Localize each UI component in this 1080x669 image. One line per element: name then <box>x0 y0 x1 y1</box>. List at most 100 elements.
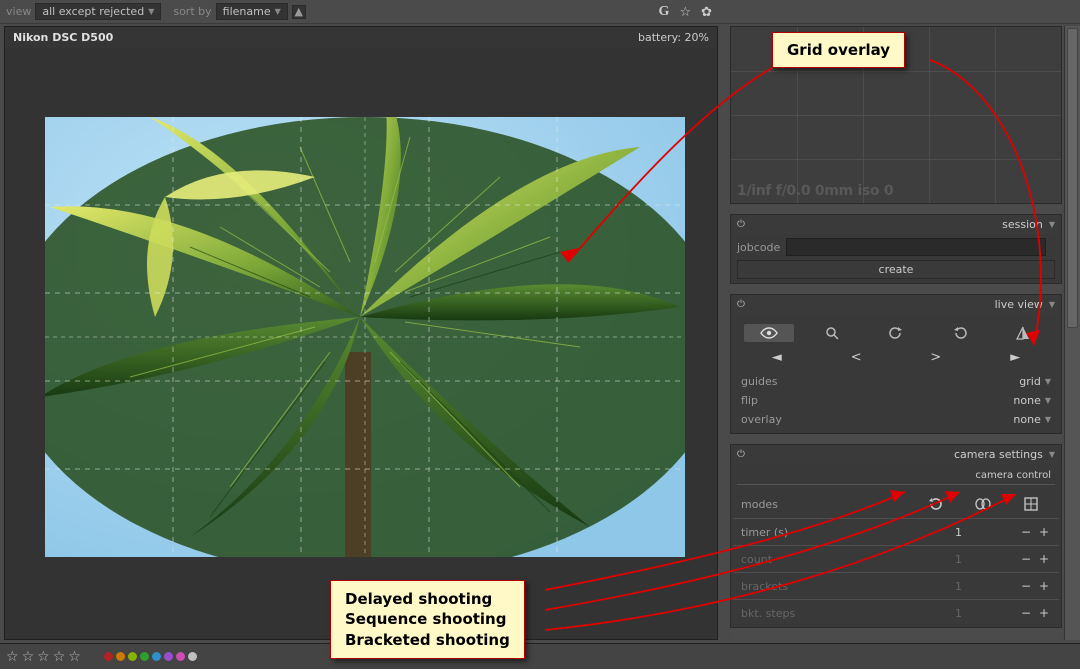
sequence-shooting-icon[interactable] <box>963 496 1003 512</box>
camerasettings-panel: ⏻ camera settings ▼ camera control modes <box>730 444 1062 628</box>
sort-asc-button[interactable]: ▲ <box>292 5 306 19</box>
overlay-label: overlay <box>741 413 782 426</box>
gear-icon[interactable]: ✿ <box>701 5 712 20</box>
session-header[interactable]: ⏻ session ▼ <box>731 215 1061 234</box>
view-label: view <box>6 5 31 18</box>
main-image-area: Nikon DSC D500 battery: 20% <box>4 26 718 640</box>
count-minus[interactable]: − <box>1019 552 1033 566</box>
create-button[interactable]: create <box>737 260 1055 279</box>
sort-dropdown[interactable]: filename ▼ <box>216 3 288 20</box>
count-label: count <box>741 553 772 566</box>
bkt-minus[interactable]: − <box>1019 606 1033 620</box>
live-view-image[interactable] <box>45 117 685 557</box>
overlay-dropdown[interactable]: none ▼ <box>1013 413 1051 426</box>
chevron-down-icon: ▼ <box>1049 450 1055 459</box>
brackets-plus[interactable]: + <box>1037 579 1051 593</box>
guides-label: guides <box>741 375 778 388</box>
annotation-shooting-modes: Delayed shooting Sequence shooting Brack… <box>330 580 525 659</box>
liveview-header[interactable]: ⏻ live view ▼ <box>731 295 1061 314</box>
session-panel: ⏻ session ▼ jobcode create <box>730 214 1062 284</box>
chevron-down-icon: ▼ <box>1049 300 1055 309</box>
camera-header: Nikon DSC D500 battery: 20% <box>5 27 717 48</box>
liveview-panel: ⏻ live view ▼ <box>730 294 1062 434</box>
bottombar: ☆ ☆ ☆ ☆ ☆ <box>0 643 1080 669</box>
search-icon[interactable] <box>807 324 857 342</box>
camerasettings-header[interactable]: ⏻ camera settings ▼ <box>731 445 1061 464</box>
annotation-bracketed: Bracketed shooting <box>345 630 510 650</box>
guides-value: grid <box>1019 375 1041 388</box>
rotate-cw-icon[interactable] <box>935 324 985 342</box>
liveview-title: live view <box>995 298 1043 311</box>
sidebar-scrollbar[interactable] <box>1064 26 1080 640</box>
flip-label: flip <box>741 394 758 407</box>
annotation-sequence: Sequence shooting <box>345 609 510 629</box>
color-dot[interactable] <box>104 652 113 661</box>
rating-star-4[interactable]: ☆ <box>53 649 66 665</box>
mirror-icon[interactable] <box>998 324 1048 342</box>
play-left-icon[interactable]: ◄ <box>752 348 802 366</box>
timer-minus[interactable]: − <box>1019 525 1033 539</box>
chevron-down-icon: ▼ <box>275 7 281 16</box>
color-dot[interactable] <box>152 652 161 661</box>
camera-model: Nikon DSC D500 <box>13 31 113 44</box>
rating-star-5[interactable]: ☆ <box>68 649 81 665</box>
timer-value: 1 <box>955 526 1015 539</box>
chevron-down-icon: ▼ <box>1049 220 1055 229</box>
greater-than-icon[interactable]: > <box>911 348 961 366</box>
brackets-label: brackets <box>741 580 788 593</box>
color-dot[interactable] <box>176 652 185 661</box>
annotation-delayed: Delayed shooting <box>345 589 510 609</box>
topbar-right: G ☆ ✿ <box>659 0 712 24</box>
overlay-value: none <box>1013 413 1040 426</box>
view-dropdown[interactable]: all except rejected ▼ <box>35 3 161 20</box>
preview-exif: 1/inf f/0.0 0mm iso 0 <box>737 183 893 199</box>
flip-value: none <box>1013 394 1040 407</box>
power-icon: ⏻ <box>737 299 745 310</box>
chevron-down-icon: ▼ <box>1045 396 1051 405</box>
chevron-down-icon: ▼ <box>148 7 154 16</box>
rotate-ccw-icon[interactable] <box>871 324 921 342</box>
count-plus[interactable]: + <box>1037 552 1051 566</box>
power-icon: ⏻ <box>737 219 745 230</box>
sort-value: filename <box>223 5 271 18</box>
session-title: session <box>1002 218 1043 231</box>
bkt-label: bkt. steps <box>741 607 795 620</box>
camera-control-tab[interactable]: camera control <box>737 468 1055 485</box>
power-icon: ⏻ <box>737 449 745 460</box>
timer-plus[interactable]: + <box>1037 525 1051 539</box>
color-dot[interactable] <box>164 652 173 661</box>
rating-star-2[interactable]: ☆ <box>22 649 35 665</box>
jobcode-input[interactable] <box>786 238 1046 256</box>
bkt-value: 1 <box>955 607 1015 620</box>
rating-star-3[interactable]: ☆ <box>37 649 50 665</box>
view-value: all except rejected <box>42 5 144 18</box>
eye-icon[interactable] <box>744 324 794 342</box>
brackets-minus[interactable]: − <box>1019 579 1033 593</box>
modes-label: modes <box>741 498 778 511</box>
color-dot[interactable] <box>188 652 197 661</box>
chevron-down-icon: ▼ <box>1045 415 1051 424</box>
delayed-shooting-icon[interactable] <box>915 496 955 512</box>
timer-label: timer (s) <box>741 526 788 539</box>
rating-star-1[interactable]: ☆ <box>6 649 19 665</box>
chevron-down-icon: ▼ <box>1045 377 1051 386</box>
flip-dropdown[interactable]: none ▼ <box>1013 394 1051 407</box>
play-right-icon[interactable]: ► <box>990 348 1040 366</box>
count-value: 1 <box>955 553 1015 566</box>
grouping-icon[interactable]: G <box>659 4 670 20</box>
brackets-value: 1 <box>955 580 1015 593</box>
color-dot[interactable] <box>116 652 125 661</box>
sidebar: 1/inf f/0.0 0mm iso 0 ⏻ session ▼ jobcod… <box>730 26 1062 640</box>
camerasettings-title: camera settings <box>954 448 1043 461</box>
bracketed-shooting-icon[interactable] <box>1011 496 1051 512</box>
color-label-dots <box>104 652 197 661</box>
guides-dropdown[interactable]: grid ▼ <box>1019 375 1051 388</box>
jobcode-label: jobcode <box>737 241 780 254</box>
bkt-plus[interactable]: + <box>1037 606 1051 620</box>
color-dot[interactable] <box>140 652 149 661</box>
annotation-grid-overlay: Grid overlay <box>772 32 905 68</box>
color-dot[interactable] <box>128 652 137 661</box>
star-icon[interactable]: ☆ <box>679 5 691 20</box>
battery-status: battery: 20% <box>638 31 709 44</box>
less-than-icon[interactable]: < <box>831 348 881 366</box>
